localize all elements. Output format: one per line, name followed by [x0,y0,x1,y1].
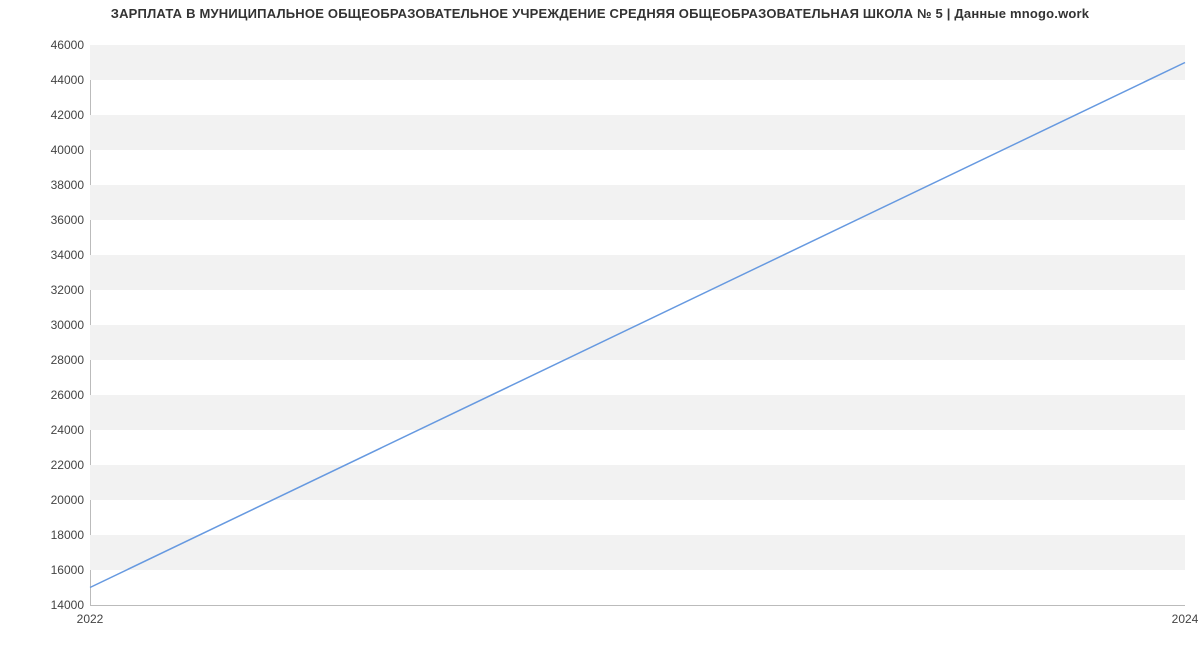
x-tick-label: 2024 [1172,612,1199,626]
plot-svg [90,45,1185,605]
x-tick-label: 2022 [77,612,104,626]
y-tick-label: 40000 [4,143,84,157]
y-tick-label: 46000 [4,38,84,52]
y-tick-label: 14000 [4,598,84,612]
plot-area [90,45,1185,605]
y-tick-label: 36000 [4,213,84,227]
y-tick-label: 20000 [4,493,84,507]
y-tick-label: 32000 [4,283,84,297]
y-tick-label: 16000 [4,563,84,577]
y-tick-label: 26000 [4,388,84,402]
y-tick-label: 42000 [4,108,84,122]
chart-container: ЗАРПЛАТА В МУНИЦИПАЛЬНОЕ ОБЩЕОБРАЗОВАТЕЛ… [0,0,1200,650]
y-tick-label: 24000 [4,423,84,437]
y-tick-label: 30000 [4,318,84,332]
y-tick-label: 38000 [4,178,84,192]
y-tick-label: 18000 [4,528,84,542]
series-line-salary [90,63,1185,588]
y-tick-label: 28000 [4,353,84,367]
y-tick-label: 22000 [4,458,84,472]
y-tick-label: 34000 [4,248,84,262]
y-tick-label: 44000 [4,73,84,87]
x-axis-line [90,605,1185,606]
chart-title: ЗАРПЛАТА В МУНИЦИПАЛЬНОЕ ОБЩЕОБРАЗОВАТЕЛ… [0,6,1200,21]
